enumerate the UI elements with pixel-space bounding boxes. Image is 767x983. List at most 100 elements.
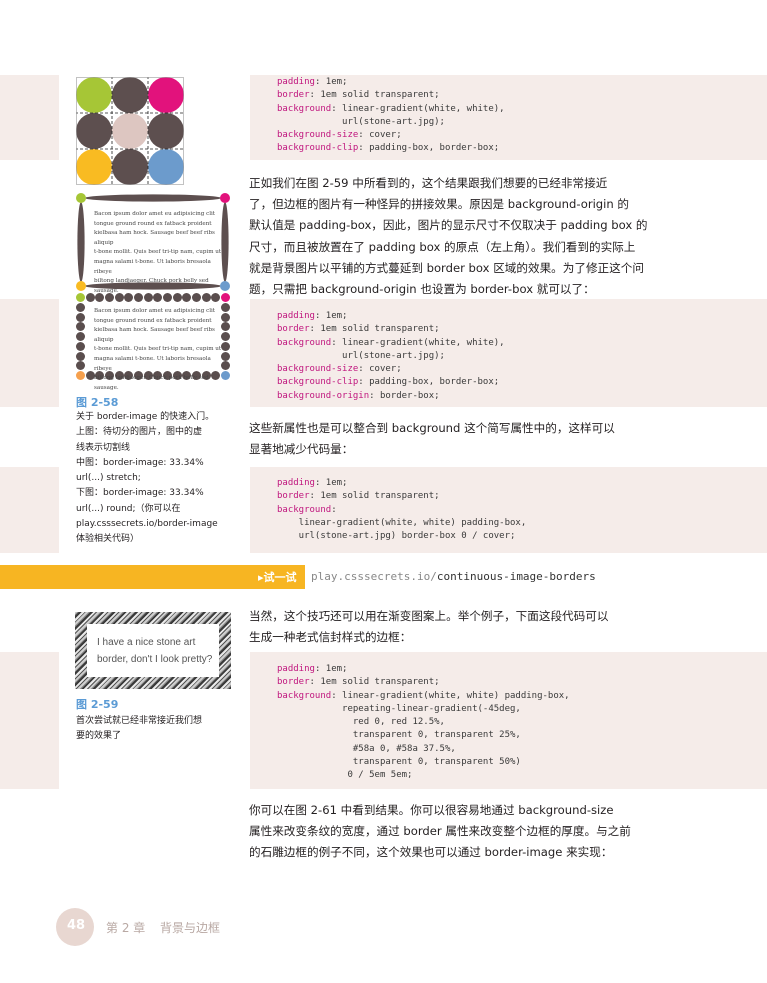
code-line: #58a 0, #58a 37.5%, — [277, 743, 570, 756]
code-line: 0 / 5em 5em; — [277, 769, 570, 782]
border-dot — [76, 302, 85, 312]
code-value: : 1em solid transparent; — [309, 491, 440, 502]
code-value: transparent 0, transparent 50%) — [277, 757, 521, 768]
card-text-line: magna salami t-bone. Ut laboris bresaola… — [94, 258, 211, 275]
try-it-url-prefix: play.csssecrets.io/ — [311, 570, 437, 583]
code-line: linear-gradient(white, white) padding-bo… — [277, 517, 527, 530]
figure-2-59-text: I have a nice stone art border, don't I l… — [97, 634, 212, 668]
figure-2-58-stretch-card: Bacon ipsum dolor amet eu adipisicing cl… — [76, 193, 230, 294]
card-text-line: kielbasa ham hock. Sausage beef beef rib… — [94, 327, 215, 343]
border-dot — [95, 293, 105, 302]
code-band-4-left — [0, 652, 59, 789]
code-value: : cover; — [358, 130, 402, 141]
caption-line: 体验相关代码） — [76, 534, 140, 545]
code-line: background-origin: border-box; — [277, 390, 505, 403]
card-text-line: t-bone mollit. Quis beef tri-tip nam, cu… — [94, 346, 222, 353]
code-property: background — [277, 337, 332, 348]
code-property: background-clip — [277, 377, 359, 388]
code-line: background: linear-gradient(white, white… — [277, 103, 505, 116]
code-line: padding: 1em; — [277, 663, 570, 676]
caption-line: 关于 border-image 的快速入门。 — [76, 412, 215, 422]
code-value: : padding-box, border-box; — [358, 143, 500, 154]
border-dot — [114, 293, 124, 302]
corner-dot-orange — [76, 371, 85, 380]
caption-line: url(...) round;（你可以在 — [76, 503, 181, 514]
code-line: padding: 1em; — [277, 76, 505, 89]
code-property: padding — [277, 311, 315, 321]
code-value: : border-box; — [369, 390, 440, 401]
border-dot — [76, 361, 85, 371]
code-value: linear-gradient(white, white) padding-bo… — [277, 517, 527, 528]
code-value: url(stone-art.jpg); — [277, 116, 445, 127]
paragraph-line: 显著地减少代码量： — [249, 442, 354, 457]
border-dot — [192, 293, 201, 302]
code-property: border — [277, 677, 310, 688]
code-line: border: 1em solid transparent; — [277, 676, 570, 689]
code-line: background-clip: padding-box, border-box… — [277, 376, 505, 389]
code-value: red 0, red 12.5%, — [277, 717, 445, 728]
figure-2-58-caption: 关于 border-image 的快速入门。 上图：待切分的图片，图中的虚 线表示切… — [76, 410, 218, 548]
code-line: background-size: cover; — [277, 129, 505, 142]
code-line: transparent 0, transparent 25%, — [277, 729, 570, 742]
corner-dot-green — [76, 293, 85, 302]
paragraph-line: 你可以在图 2-61 中看到结果。你可以很容易地通过 background-si… — [249, 803, 614, 817]
card-text-line: t-bone mollit. Quis beef tri-tip nam, cu… — [94, 249, 222, 256]
code-value: url(stone-art.jpg); — [277, 350, 445, 361]
code-value: : 1em; — [314, 478, 348, 488]
paragraph-line: 这些新属性也是可以整合到 background 这个简写属性中的，这样可以 — [249, 421, 615, 435]
code-line: background: linear-gradient(white, white… — [277, 690, 570, 703]
code-property: background — [277, 504, 332, 515]
code-property: padding — [277, 664, 315, 674]
code-property: background-origin — [277, 390, 370, 401]
border-dot — [211, 293, 221, 302]
card-text-line: magna salami t-bone. Ut laboris bresaola… — [94, 355, 211, 372]
figure-2-58-round-card: Bacon ipsum dolor amet eu adipisicing cl… — [76, 293, 230, 391]
border-dot — [76, 312, 85, 322]
code-line: background: linear-gradient(white, white… — [277, 337, 505, 350]
paragraph-line: 默认值是 padding-box，因此，图片的显示尺寸不仅取决于 padding… — [249, 218, 648, 233]
chapter-label: 第 2 章 — [106, 921, 146, 935]
paragraph-line: 当然，这个技巧还可以用在渐变图案上。举个例子，下面这段代码可以 — [249, 609, 609, 623]
code-line: background-size: cover; — [277, 363, 505, 376]
caption-line: 上图：待切分的图片，图中的虚 — [76, 427, 203, 438]
code-text-1: padding: 1em; border: 1em solid transpare… — [277, 76, 505, 156]
paragraph-line: 生成一种老式信封样式的边框： — [249, 630, 412, 645]
corner-dot-magenta — [221, 293, 230, 302]
try-it-bar: ▸试一试 play.csssecrets.io/continuous-image… — [0, 565, 767, 589]
code-band-3-left — [0, 467, 59, 553]
code-line: repeating-linear-gradient(-45deg, — [277, 703, 570, 716]
border-dot — [105, 293, 114, 302]
paragraph-line: 的石雕边框的例子不同，这个效果也可以通过 border-image 来实现： — [249, 845, 613, 860]
border-dot — [76, 332, 85, 341]
caption-line: 中图：border-image: 33.34% — [76, 457, 204, 468]
stretch-card-text: Bacon ipsum dolor amet eu adipisicing cl… — [94, 210, 224, 296]
border-dot — [143, 293, 153, 302]
code-property: background — [277, 690, 332, 701]
paragraph-line: 了，但边框的图片有一种怪异的拼接效果。原因是 background-origin… — [249, 197, 630, 212]
code-line: url(stone-art.jpg); — [277, 350, 505, 363]
paragraph-2: 这些新属性也是可以整合到 background 这个简写属性中的，这样可以 显著地… — [249, 418, 691, 460]
try-it-link[interactable]: play.csssecrets.io/continuous-image-bord… — [311, 570, 596, 583]
code-value: : linear-gradient(white, white), — [331, 103, 505, 114]
code-property: border — [277, 491, 310, 502]
caption-line: url(...) stretch; — [76, 473, 141, 484]
caption-line: 线表示切割线 — [76, 442, 131, 453]
code-text-3: padding: 1em; border: 1em solid transpare… — [277, 477, 526, 543]
border-dot — [134, 293, 143, 302]
code-property: border — [277, 90, 310, 101]
code-line: background: — [277, 504, 526, 517]
code-line: url(stone-art.jpg); — [277, 116, 505, 129]
code-value: : 1em; — [314, 77, 348, 87]
paragraph-3: 当然，这个技巧还可以用在渐变图案上。举个例子，下面这段代码可以 生成一种老式信封样… — [249, 606, 691, 648]
code-value: : linear-gradient(white, white) padding-… — [331, 690, 570, 701]
code-line: border: 1em solid transparent; — [277, 89, 505, 102]
code-line: padding: 1em; — [277, 477, 526, 490]
code-text-4: padding: 1em; border: 1em solid transpare… — [277, 663, 570, 783]
code-line: background-clip: padding-box, border-box… — [277, 142, 505, 155]
code-line: padding: 1em; — [277, 310, 505, 323]
caption-line: 要的效果了 — [76, 731, 122, 742]
code-value: : — [331, 504, 337, 515]
caption-line: border, don't I look pretty? — [97, 654, 213, 665]
code-value: : cover; — [358, 364, 402, 375]
code-property: padding — [277, 478, 315, 488]
